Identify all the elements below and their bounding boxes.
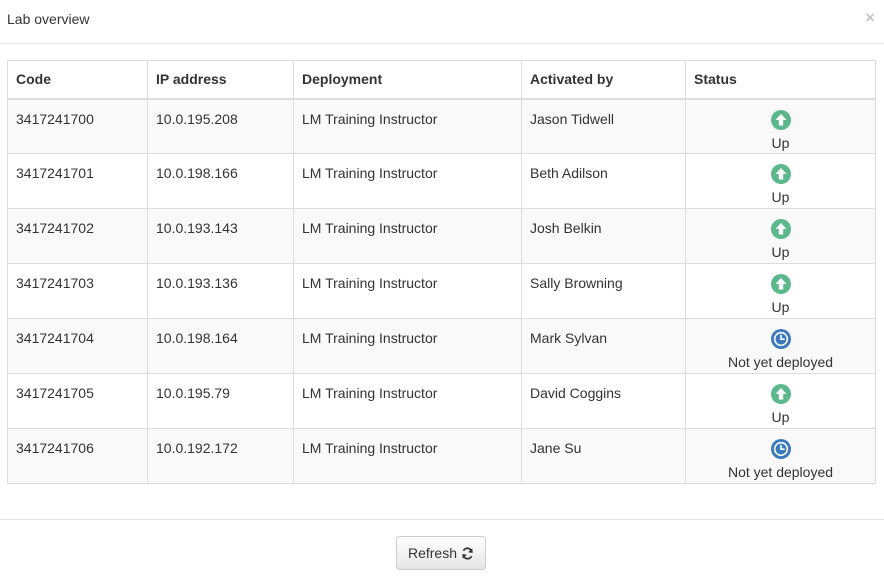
- cell-status: Up: [685, 153, 876, 209]
- table-row: 3417241701 10.0.198.166 LM Training Instru…: [7, 153, 876, 209]
- column-header-status: Status: [685, 60, 876, 100]
- status-label: Up: [771, 244, 790, 260]
- table-row: 3417241700 10.0.195.208 LM Training Instru…: [7, 98, 876, 154]
- cell-activated-by: Sally Browning: [521, 263, 686, 319]
- close-icon[interactable]: ×: [865, 9, 875, 27]
- cell-activated-by: David Coggins: [521, 373, 686, 429]
- arrow-up-circle-icon: [770, 384, 791, 404]
- status-label: Up: [771, 134, 790, 151]
- status-label: Up: [771, 189, 790, 205]
- cell-deployment: LM Training Instructor: [293, 373, 522, 429]
- refresh-icon: [461, 546, 474, 560]
- cell-ip-address: 10.0.192.172: [147, 428, 294, 484]
- cell-ip-address: 10.0.193.143: [147, 208, 294, 264]
- cell-status: Up: [685, 98, 876, 154]
- modal-header: Lab overview ×: [0, 0, 884, 44]
- table-row: 3417241706 10.0.192.172 LM Training Instru…: [7, 428, 876, 484]
- cell-deployment: LM Training Instructor: [293, 153, 522, 209]
- cell-deployment: LM Training Instructor: [293, 263, 522, 319]
- column-header-code: Code: [7, 60, 148, 100]
- cell-code: 3417241705: [7, 373, 148, 429]
- column-header-deployment: Deployment: [293, 60, 522, 100]
- table-row: 3417241705 10.0.195.79 LM Training Instruc…: [7, 373, 876, 429]
- column-header-activated-by: Activated by: [521, 60, 686, 100]
- lab-table: Code IP address Deployment Activated by …: [7, 60, 876, 484]
- cell-deployment: LM Training Instructor: [293, 428, 522, 484]
- table-row: 3417241704 10.0.198.164 LM Training Instru…: [7, 318, 876, 374]
- cell-status: Up: [685, 208, 876, 264]
- table-header-row: Code IP address Deployment Activated by …: [7, 60, 876, 100]
- cell-code: 3417241702: [7, 208, 148, 264]
- cell-ip-address: 10.0.195.79: [147, 373, 294, 429]
- column-header-ip-address: IP address: [147, 60, 294, 100]
- cell-status: Up: [685, 373, 876, 429]
- cell-code: 3417241703: [7, 263, 148, 319]
- cell-code: 3417241700: [7, 98, 148, 154]
- cell-activated-by: Mark Sylvan: [521, 318, 686, 374]
- cell-activated-by: Jason Tidwell: [521, 98, 686, 154]
- cell-deployment: LM Training Instructor: [293, 208, 522, 264]
- cell-ip-address: 10.0.195.208: [147, 98, 294, 154]
- status-label: Not yet deployed: [727, 354, 834, 370]
- modal-footer: Refresh: [0, 519, 884, 576]
- arrow-up-circle-icon: [770, 219, 791, 239]
- cell-ip-address: 10.0.198.166: [147, 153, 294, 209]
- status-label: Not yet deployed: [727, 464, 834, 480]
- arrow-up-circle-icon: [770, 274, 791, 294]
- table-row: 3417241702 10.0.193.143 LM Training Instru…: [7, 208, 876, 264]
- table-row: 3417241703 10.0.193.136 LM Training Instru…: [7, 263, 876, 319]
- cell-code: 3417241704: [7, 318, 148, 374]
- cell-status: Not yet deployed: [685, 318, 876, 374]
- status-label: Up: [771, 409, 790, 425]
- cell-code: 3417241706: [7, 428, 148, 484]
- cell-ip-address: 10.0.198.164: [147, 318, 294, 374]
- cell-deployment: LM Training Instructor: [293, 98, 522, 154]
- status-label: Up: [771, 299, 790, 315]
- arrow-up-circle-icon: [770, 109, 791, 130]
- cell-activated-by: Beth Adilson: [521, 153, 686, 209]
- cell-ip-address: 10.0.193.136: [147, 263, 294, 319]
- arrow-up-circle-icon: [770, 164, 791, 184]
- cell-deployment: LM Training Instructor: [293, 318, 522, 374]
- cell-activated-by: Josh Belkin: [521, 208, 686, 264]
- cell-code: 3417241701: [7, 153, 148, 209]
- cell-activated-by: Jane Su: [521, 428, 686, 484]
- cell-status: Not yet deployed: [685, 428, 876, 484]
- refresh-button[interactable]: Refresh: [396, 536, 486, 570]
- modal-title: Lab overview: [7, 11, 90, 27]
- clock-icon: [770, 439, 791, 459]
- clock-icon: [770, 329, 791, 349]
- refresh-button-label: Refresh: [407, 545, 458, 561]
- cell-status: Up: [685, 263, 876, 319]
